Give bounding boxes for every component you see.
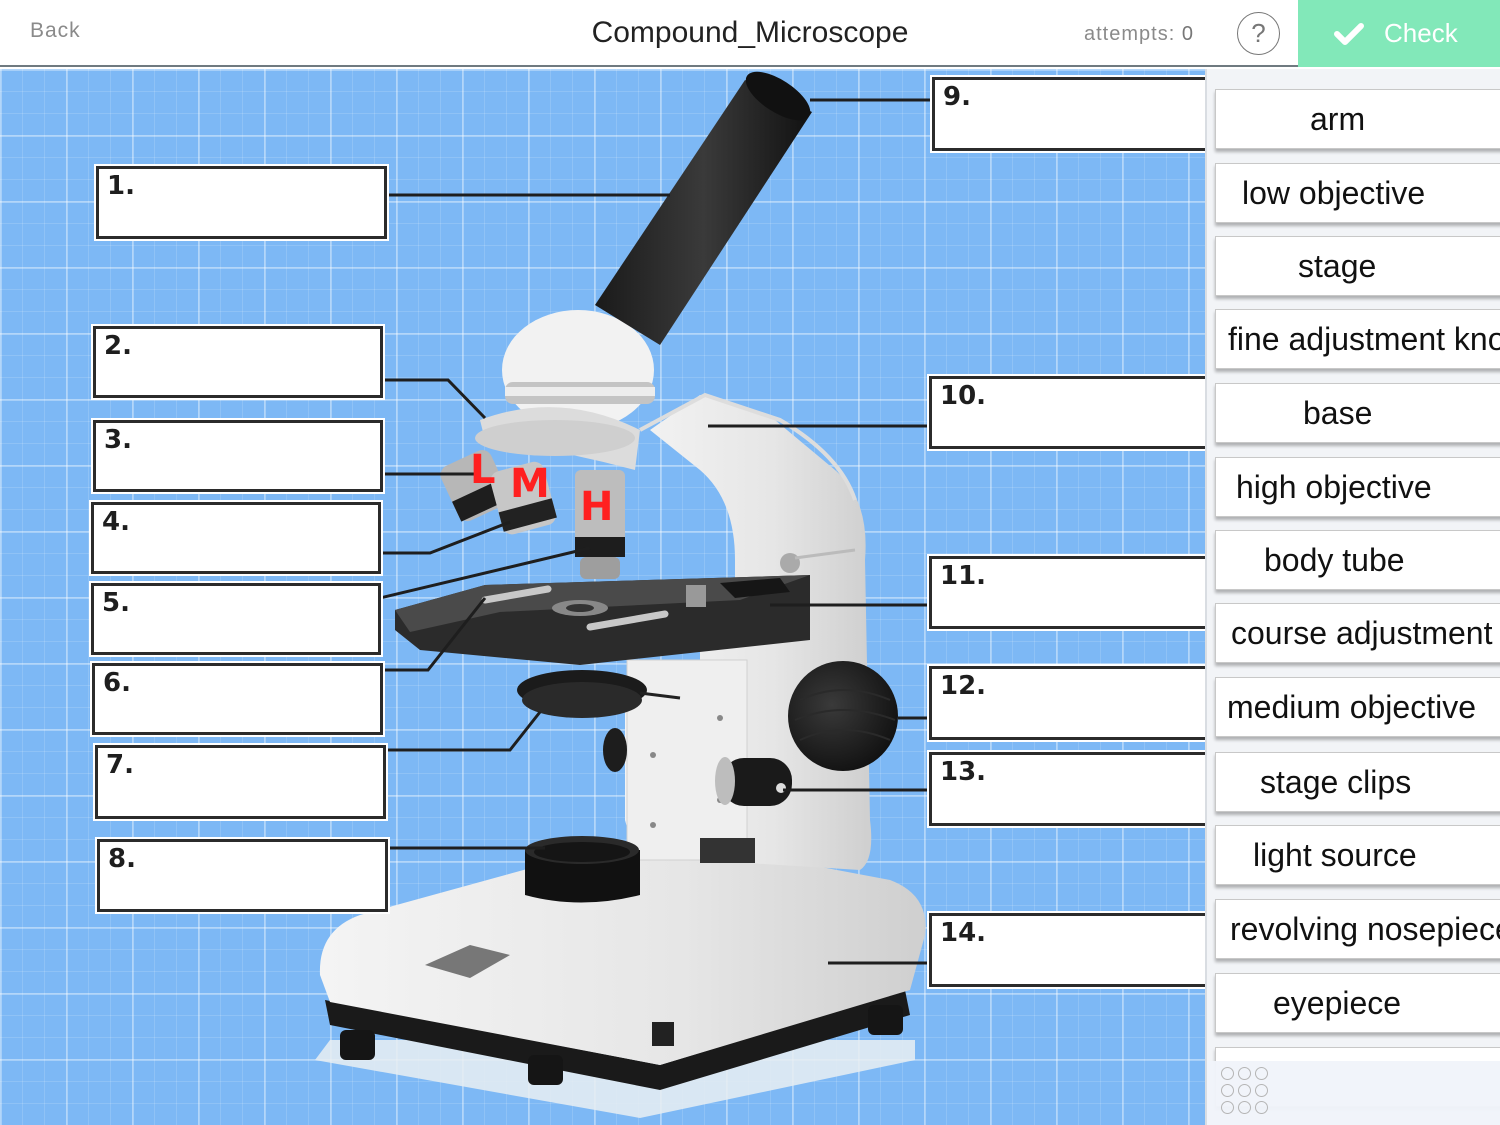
help-button[interactable]: ? [1237,12,1280,55]
eyepiece-part [595,71,812,345]
label-box-2[interactable]: 2. [93,326,383,398]
label-number: 6. [103,668,131,698]
label-box-9[interactable]: 9. [932,77,1205,151]
nosepiece-part [475,310,655,470]
word-chip[interactable]: low objective [1215,163,1500,223]
label-number: 10. [940,381,987,411]
label-number: 3. [104,425,132,455]
check-button[interactable]: Check [1298,0,1500,67]
attempts-counter: attempts: 0 [1084,23,1194,46]
word-chip[interactable]: fine adjustment knob [1215,309,1500,369]
word-chip[interactable]: course adjustment knob [1215,603,1500,663]
label-box-11[interactable]: 11. [929,556,1205,629]
diagram-canvas: L M H 1. 2. 3. 4. 5. 6. 7. 8. 9. 10. 11.… [0,69,1205,1125]
label-number: 8. [108,844,136,874]
attempts-count: 0 [1181,23,1194,45]
word-chip[interactable]: eyepiece [1215,973,1500,1033]
label-number: 13. [940,757,987,787]
word-chip[interactable]: revolving nosepiece [1215,899,1500,959]
label-box-14[interactable]: 14. [929,913,1205,987]
word-chip[interactable]: stage clips [1215,752,1500,812]
word-chip[interactable]: medium objective [1215,677,1500,737]
label-box-4[interactable]: 4. [91,502,381,574]
top-bar: Back Compound_Microscope attempts: 0 ? C… [0,0,1500,67]
objectives-part [440,450,625,579]
label-number: 9. [943,82,971,112]
label-number: 2. [104,331,132,361]
label-box-3[interactable]: 3. [93,420,383,492]
checkmark-icon [1334,22,1364,45]
label-number: 7. [106,750,134,780]
check-label: Check [1384,18,1458,48]
label-box-7[interactable]: 7. [95,745,386,819]
word-chip[interactable]: body tube [1215,530,1500,590]
light-source-part [525,836,640,903]
label-number: 12. [940,671,987,701]
word-chip[interactable]: arm [1215,89,1500,149]
word-chip[interactable]: base [1215,383,1500,443]
panel-footer [1207,1061,1500,1125]
label-box-12[interactable]: 12. [929,666,1205,740]
word-bank-panel[interactable]: arm low objective stage fine adjustment … [1205,69,1500,1125]
label-box-8[interactable]: 8. [97,839,388,912]
label-number: 1. [107,171,135,201]
back-button[interactable]: Back [30,19,81,43]
coarse-adjustment-knob-part [788,661,898,771]
word-chip[interactable]: light source [1215,825,1500,885]
word-chip[interactable]: high objective [1215,457,1500,517]
label-box-10[interactable]: 10. [929,376,1205,449]
grid-dots-icon[interactable] [1221,1067,1268,1114]
label-box-6[interactable]: 6. [92,663,383,735]
label-number: 14. [940,918,987,948]
attempts-label: attempts: [1084,23,1176,45]
label-box-5[interactable]: 5. [91,583,381,655]
label-number: 4. [102,507,130,537]
word-chip[interactable]: stage [1215,236,1500,296]
label-box-1[interactable]: 1. [96,166,387,239]
label-number: 5. [102,588,130,618]
question-mark-icon: ? [1251,18,1266,48]
label-number: 11. [940,561,987,591]
label-box-13[interactable]: 13. [929,752,1205,826]
